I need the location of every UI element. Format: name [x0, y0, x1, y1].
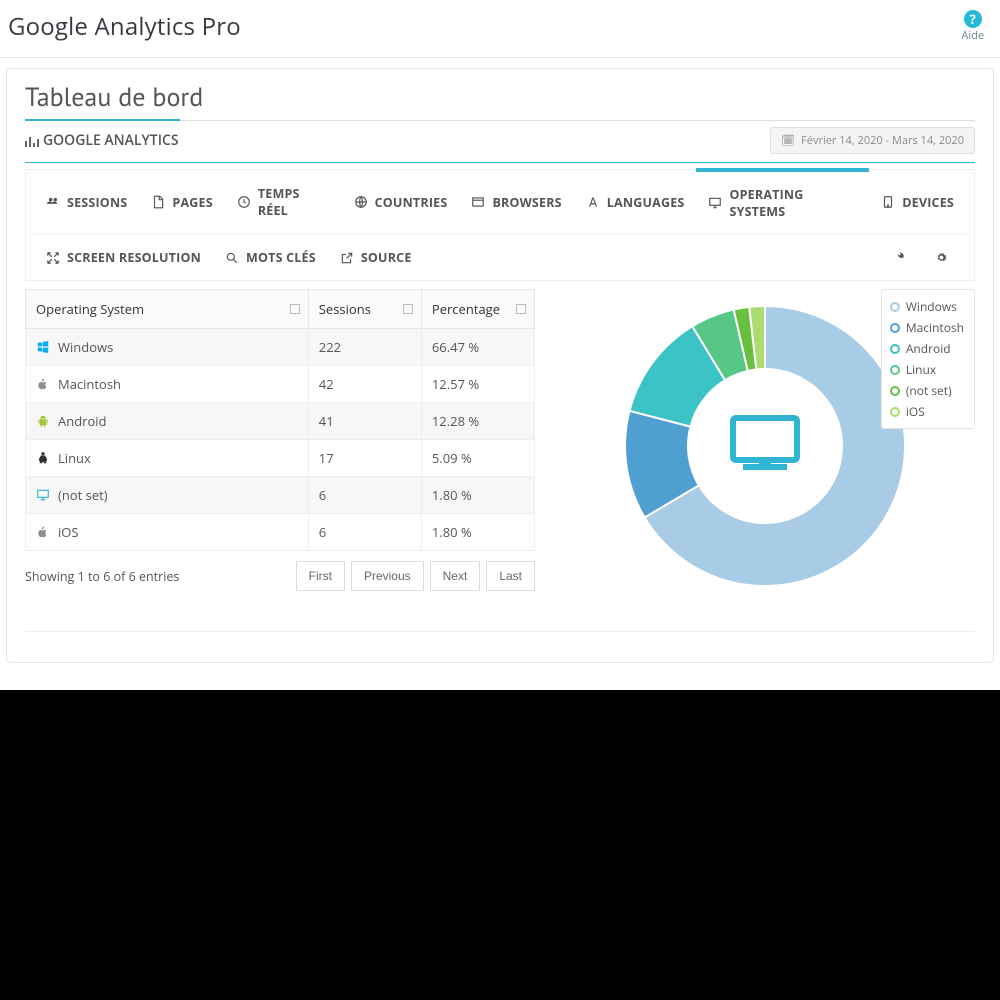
col-sessions[interactable]: Sessions — [308, 290, 421, 329]
dashboard-panel: Tableau de bord GOOGLE ANALYTICS 🗓 Févri… — [6, 68, 994, 663]
donut-chart: WindowsMacintoshAndroidLinux(not set)iOS — [555, 289, 975, 591]
legend-swatch-icon — [890, 407, 900, 417]
tab-languages[interactable]: LANGUAGES — [574, 170, 697, 234]
checkbox-icon[interactable] — [290, 304, 300, 314]
tab-browsers[interactable]: BROWSERS — [459, 170, 573, 234]
desktop-icon — [733, 418, 797, 470]
chart-legend: WindowsMacintoshAndroidLinux(not set)iOS — [881, 289, 975, 429]
section-heading: GOOGLE ANALYTICS — [25, 131, 179, 150]
col-percentage[interactable]: Percentage — [421, 290, 534, 329]
legend-item[interactable]: (not set) — [890, 380, 964, 401]
legend-item[interactable]: Linux — [890, 359, 964, 380]
monitor-icon — [36, 488, 50, 502]
table-info: Showing 1 to 6 of 6 entries — [25, 568, 179, 585]
legend-swatch-icon — [890, 323, 900, 333]
table-row[interactable]: iOS61.80 % — [26, 514, 535, 551]
legend-swatch-icon — [890, 344, 900, 354]
external-icon — [340, 251, 354, 265]
tab-mots-cl-s[interactable]: MOTS CLÉS — [213, 235, 328, 280]
tab-source[interactable]: SOURCE — [328, 235, 424, 280]
globe-icon — [354, 195, 368, 209]
pager: FirstPreviousNextLast — [296, 561, 535, 591]
linux-icon — [36, 451, 50, 465]
tab-countries[interactable]: COUNTRIES — [342, 170, 460, 234]
tab-screen-resolution[interactable]: SCREEN RESOLUTION — [34, 235, 213, 280]
tab-sessions[interactable]: SESSIONS — [34, 170, 139, 234]
checkbox-icon[interactable] — [516, 304, 526, 314]
wrench-icon[interactable] — [894, 250, 910, 266]
apple-icon — [36, 377, 50, 391]
calendar-icon: 🗓 — [781, 133, 795, 148]
checkbox-icon[interactable] — [403, 304, 413, 314]
table-row[interactable]: Windows22266.47 % — [26, 329, 535, 366]
clock-icon — [237, 195, 251, 209]
gear-icon[interactable] — [934, 250, 950, 266]
pager-next[interactable]: Next — [430, 561, 481, 591]
font-icon — [586, 195, 600, 209]
date-range-text: Février 14, 2020 - Mars 14, 2020 — [801, 133, 964, 148]
col-operating-system[interactable]: Operating System — [26, 290, 309, 329]
legend-item[interactable]: Android — [890, 338, 964, 359]
help-label: Aide — [961, 28, 984, 43]
table-row[interactable]: Macintosh4212.57 % — [26, 366, 535, 403]
help-button[interactable]: ? Aide — [961, 10, 984, 43]
window-icon — [471, 195, 485, 209]
legend-swatch-icon — [890, 365, 900, 375]
os-table: Operating SystemSessionsPercentage Windo… — [25, 289, 535, 591]
desktop-icon — [708, 196, 722, 210]
legend-swatch-icon — [890, 302, 900, 312]
windows-icon — [36, 340, 50, 354]
app-title: Google Analytics Pro — [8, 10, 241, 43]
tabs-bar: SESSIONSPAGESTEMPS RÉELCOUNTRIESBROWSERS… — [25, 169, 975, 281]
barchart-icon — [25, 135, 39, 147]
legend-item[interactable]: iOS — [890, 401, 964, 422]
pager-previous[interactable]: Previous — [351, 561, 424, 591]
date-range-button[interactable]: 🗓 Février 14, 2020 - Mars 14, 2020 — [770, 127, 975, 154]
panel-title: Tableau de bord — [25, 81, 975, 114]
users-icon — [46, 195, 60, 209]
table-row[interactable]: (not set)61.80 % — [26, 477, 535, 514]
legend-item[interactable]: Macintosh — [890, 317, 964, 338]
table-row[interactable]: Android4112.28 % — [26, 403, 535, 440]
pager-last[interactable]: Last — [486, 561, 535, 591]
tab-operating-systems[interactable]: OPERATING SYSTEMS — [696, 169, 869, 234]
expand-icon — [46, 251, 60, 265]
help-icon: ? — [964, 10, 982, 28]
tab-devices[interactable]: DEVICES — [869, 170, 966, 234]
tab-pages[interactable]: PAGES — [139, 170, 224, 234]
search-icon — [225, 251, 239, 265]
apple-icon — [36, 525, 50, 539]
android-icon — [36, 414, 50, 428]
legend-swatch-icon — [890, 386, 900, 396]
legend-item[interactable]: Windows — [890, 296, 964, 317]
pager-first[interactable]: First — [296, 561, 345, 591]
tab-temps-r-el[interactable]: TEMPS RÉEL — [225, 170, 342, 234]
file-icon — [151, 195, 165, 209]
table-row[interactable]: Linux175.09 % — [26, 440, 535, 477]
tablet-icon — [881, 195, 895, 209]
section-heading-text: GOOGLE ANALYTICS — [43, 131, 179, 150]
